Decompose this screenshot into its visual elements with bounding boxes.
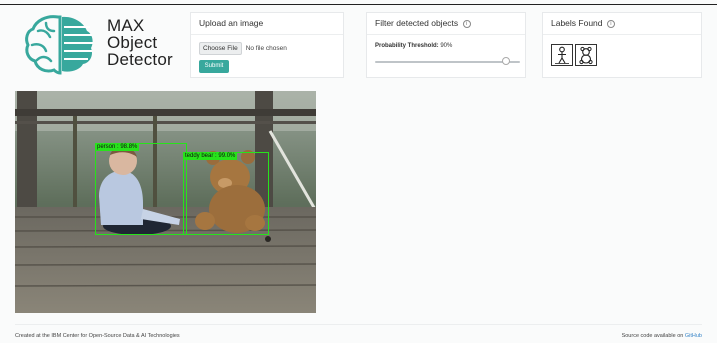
top-divider xyxy=(0,4,717,5)
filter-card-heading: Filter detected objects xyxy=(375,18,459,28)
detection-label: person : 98.8% xyxy=(95,143,140,151)
file-input[interactable]: Choose File No file chosen xyxy=(199,42,287,55)
footer-source: Source code available on GitHub xyxy=(622,333,702,339)
submit-button[interactable]: Submit xyxy=(199,60,229,73)
info-icon[interactable]: i xyxy=(462,19,471,28)
app-title-line: Detector xyxy=(107,50,173,69)
teddy-bear-icon xyxy=(579,46,593,65)
filter-card-header: Filter detected objects i xyxy=(367,13,525,35)
threshold-label-row: Probability Threshold: 90% xyxy=(375,43,452,49)
choose-file-button[interactable]: Choose File xyxy=(199,42,242,55)
upload-card-heading: Upload an image xyxy=(191,13,343,35)
label-chip-teddy-bear[interactable] xyxy=(575,44,597,66)
app-title: MAX Object Detector xyxy=(107,17,173,68)
threshold-slider-thumb[interactable] xyxy=(501,57,510,65)
detection-image: person : 98.8% teddy bear : 99.0% xyxy=(15,91,316,313)
footer-source-text: Source code available on xyxy=(621,333,684,339)
github-link[interactable]: GitHub xyxy=(685,333,702,339)
labels-card-header: Labels Found i xyxy=(543,13,701,35)
footer-divider xyxy=(15,324,702,325)
file-status: No file chosen xyxy=(245,45,287,52)
app-logo: MAX Object Detector xyxy=(24,13,184,75)
bounding-box-person: person : 98.8% xyxy=(95,143,187,235)
filter-card: Filter detected objects i Probability Th… xyxy=(366,12,526,78)
label-chip-person[interactable] xyxy=(551,44,573,66)
bounding-box-teddy-bear: teddy bear : 99.0% xyxy=(183,152,269,235)
detection-label: teddy bear : 99.0% xyxy=(183,152,238,160)
labels-found-card: Labels Found i xyxy=(542,12,702,78)
labels-card-heading: Labels Found xyxy=(551,18,603,28)
app-title-line: Object xyxy=(107,33,158,52)
brain-logo-icon xyxy=(25,15,93,75)
threshold-slider-track[interactable] xyxy=(375,61,520,63)
threshold-label: Probability Threshold: xyxy=(375,43,439,49)
threshold-value: 90% xyxy=(440,43,453,49)
app-title-line: MAX xyxy=(107,16,145,35)
footer-credit: Created at the IBM Center for Open-Sourc… xyxy=(15,333,180,339)
info-icon[interactable]: i xyxy=(606,19,615,28)
upload-card: Upload an image Choose File No file chose… xyxy=(190,12,344,78)
person-icon xyxy=(555,46,569,64)
